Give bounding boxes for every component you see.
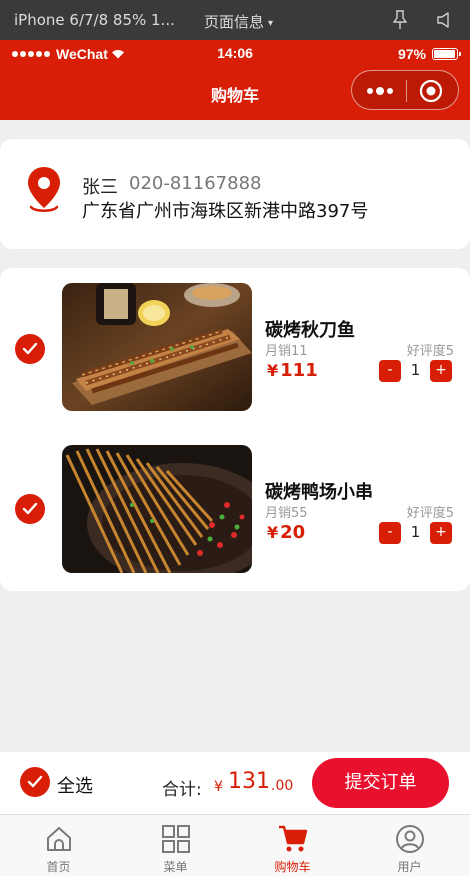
price-value: 111 (280, 360, 318, 381)
product-image[interactable] (62, 283, 252, 411)
user-icon (395, 825, 424, 853)
pin-icon[interactable] (392, 10, 408, 30)
page-info-menu[interactable]: 页面信息 ▾ (204, 11, 273, 32)
item-checkbox[interactable] (15, 334, 45, 364)
close-miniprogram-icon[interactable] (419, 79, 443, 103)
product-price: ¥20 (267, 522, 305, 543)
tab-user[interactable]: 用户 (351, 815, 468, 876)
miniprogram-capsule (351, 70, 459, 110)
checkmark-icon (22, 502, 38, 515)
total-amount: 131 (228, 769, 270, 794)
total-currency: ¥ (214, 779, 223, 795)
increase-button[interactable]: + (430, 360, 452, 382)
checkmark-icon (22, 342, 38, 355)
speaker-icon[interactable] (436, 11, 454, 29)
cart-item: 碳烤秋刀鱼 月销11 好评度5 ¥111 - 1 + (0, 283, 470, 413)
tab-cart[interactable]: 购物车 (234, 815, 351, 876)
address-card[interactable]: 张三 020-81167888 广东省广州市海珠区新港中路397号 (0, 139, 470, 249)
product-sales: 月销11 (265, 344, 308, 359)
grid-icon (161, 825, 190, 853)
total-cents: .00 (271, 778, 294, 794)
decrease-button[interactable]: - (379, 360, 401, 382)
select-all-checkbox[interactable] (20, 767, 50, 797)
cart-icon (278, 825, 307, 852)
tab-menu[interactable]: 菜单 (117, 815, 234, 876)
quantity-stepper: - 1 + (379, 360, 454, 382)
submit-bar: 全选 合计: ¥ 131 .00 提交订单 (0, 752, 470, 814)
recipient-phone: 020-81167888 (129, 173, 262, 194)
currency-symbol: ¥ (267, 523, 279, 542)
total-label: 合计: (162, 780, 202, 800)
page-info-label: 页面信息 (204, 13, 265, 31)
capsule-divider (406, 80, 407, 102)
product-sales: 月销55 (265, 506, 308, 521)
device-selector[interactable]: iPhone 6/7/8 85% 1... (14, 11, 175, 29)
caret-down-icon: ▾ (268, 18, 274, 29)
cart-item: 碳烤鸭场小串 月销55 好评度5 ¥20 - 1 + (0, 445, 470, 575)
tab-label: 首页 (46, 860, 71, 874)
devtools-bar: iPhone 6/7/8 85% 1... 页面信息 ▾ (0, 0, 470, 40)
currency-symbol: ¥ (267, 361, 279, 380)
delivery-address: 广东省广州市海珠区新港中路397号 (82, 201, 369, 222)
product-name: 碳烤鸭场小串 (265, 482, 373, 503)
tab-bar: 首页 菜单 购物车 用户 (0, 814, 470, 876)
product-image[interactable] (62, 445, 252, 573)
tab-label: 购物车 (274, 860, 311, 874)
product-price: ¥111 (267, 360, 318, 381)
more-icon[interactable] (365, 84, 395, 98)
status-bar: WeChat 14:06 97% (0, 40, 470, 68)
price-value: 20 (280, 522, 306, 543)
tab-label: 菜单 (163, 860, 188, 874)
submit-order-button[interactable]: 提交订单 (312, 758, 449, 808)
product-rating: 好评度5 (406, 344, 454, 359)
quantity-stepper: - 1 + (379, 522, 454, 544)
battery-percent: 97% (397, 46, 426, 62)
nav-bar: 购物车 (0, 68, 470, 120)
decrease-button[interactable]: - (379, 522, 401, 544)
checkmark-icon (27, 775, 43, 788)
select-all-label[interactable]: 全选 (57, 772, 93, 798)
battery-indicator: 97% (397, 46, 461, 62)
location-pin-icon (28, 167, 60, 212)
product-rating: 好评度5 (406, 506, 454, 521)
product-name: 碳烤秋刀鱼 (265, 320, 355, 341)
item-checkbox[interactable] (15, 494, 45, 524)
quantity-value: 1 (410, 361, 421, 379)
tab-home[interactable]: 首页 (0, 815, 117, 876)
battery-icon (432, 48, 461, 60)
cart-list: 碳烤秋刀鱼 月销11 好评度5 ¥111 - 1 + 碳烤鸭场小串 月销55 好… (0, 268, 470, 591)
recipient-name: 张三 (82, 177, 118, 198)
battery-level (434, 50, 456, 58)
increase-button[interactable]: + (430, 522, 452, 544)
tab-label: 用户 (397, 860, 422, 874)
quantity-value: 1 (410, 523, 421, 541)
home-icon (46, 827, 71, 851)
